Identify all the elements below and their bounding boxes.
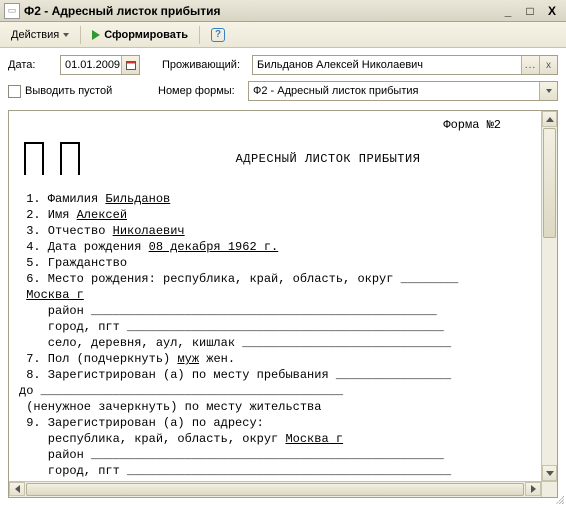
chevron-down-icon <box>546 89 552 93</box>
arrow-up-icon <box>546 117 554 122</box>
doc-line: город, пгт _____________________________… <box>19 463 531 479</box>
doc-line: 7. Пол (подчеркнуть) муж жен. <box>19 351 531 367</box>
form-button[interactable]: Сформировать <box>85 25 195 45</box>
formno-field[interactable]: Ф2 - Адресный листок прибытия <box>248 81 558 101</box>
resize-grip[interactable] <box>554 494 564 504</box>
doc-line: город, пгт _____________________________… <box>19 319 531 335</box>
empty-checkbox-label: Выводить пустой <box>25 85 112 97</box>
vertical-scrollbar[interactable] <box>541 111 557 497</box>
horizontal-scrollbar[interactable] <box>9 481 541 497</box>
scroll-thumb[interactable] <box>26 483 524 496</box>
formno-value: Ф2 - Адресный листок прибытия <box>253 85 418 97</box>
play-icon <box>92 30 100 40</box>
scroll-thumb[interactable] <box>543 128 556 238</box>
doc-line: 1. Фамилия Бильданов <box>19 191 531 207</box>
formno-label: Номер формы: <box>158 85 244 97</box>
formno-dropdown-button[interactable] <box>539 82 557 100</box>
scroll-down-button[interactable] <box>542 465 557 481</box>
minimize-button[interactable]: _ <box>498 3 518 19</box>
resident-field[interactable]: Бильданов Алексей Николаевич ... x <box>252 55 558 75</box>
doc-line: 5. Гражданство <box>19 255 531 271</box>
doc-line: 4. Дата рождения 08 декабря 1962 г. <box>19 239 531 255</box>
toolbar-separator <box>80 26 81 44</box>
actions-menu[interactable]: Действия <box>4 25 76 45</box>
doc-line: до _____________________________________… <box>19 383 531 399</box>
calendar-icon <box>126 60 136 70</box>
doc-line: район __________________________________… <box>19 447 531 463</box>
doc-line: район __________________________________… <box>19 303 531 319</box>
resident-clear-button[interactable]: x <box>539 56 557 74</box>
scroll-up-button[interactable] <box>542 111 557 127</box>
document-body: Форма №2 АДРЕСНЫЙ ЛИСТОК ПРИБЫТИЯ 1. Фам… <box>9 111 541 497</box>
actions-label: Действия <box>11 29 59 41</box>
scroll-left-button[interactable] <box>9 482 25 496</box>
date-label: Дата: <box>8 59 56 71</box>
date-value: 01.01.2009 <box>65 59 120 71</box>
doc-line: 6. Место рождения: республика, край, обл… <box>19 271 531 287</box>
arrow-down-icon <box>546 471 554 476</box>
help-button[interactable]: ? <box>204 25 232 45</box>
document-title: АДРЕСНЫЙ ЛИСТОК ПРИБЫТИЯ <box>125 137 531 167</box>
doc-line: 8. Зарегистрирован (а) по месту пребыван… <box>19 367 531 383</box>
close-button[interactable]: X <box>542 3 562 19</box>
doc-line: 9. Зарегистрирован (а) по адресу: <box>19 415 531 431</box>
doc-line: республика, край, область, округ Москва … <box>19 431 531 447</box>
scroll-right-button[interactable] <box>525 482 541 496</box>
window-title: Ф2 - Адресный листок прибытия <box>24 4 498 18</box>
arrow-right-icon <box>531 485 536 493</box>
doc-line: Москва г <box>19 287 531 303</box>
doc-line: (ненужное зачеркнуть) по месту жительств… <box>19 399 531 415</box>
date-picker-button[interactable] <box>121 56 139 74</box>
toolbar-separator <box>199 26 200 44</box>
titlebar: ▭ Ф2 - Адресный листок прибытия _ □ X <box>0 0 566 22</box>
arrow-left-icon <box>15 485 20 493</box>
toolbar: Действия Сформировать ? <box>0 22 566 48</box>
form-area: Дата: 01.01.2009 Проживающий: Бильданов … <box>0 48 566 110</box>
resident-value: Бильданов Алексей Николаевич <box>257 59 423 71</box>
doc-line: 2. Имя Алексей <box>19 207 531 223</box>
resident-label: Проживающий: <box>162 59 248 71</box>
form-number: Форма №2 <box>19 117 531 133</box>
document-preview: Форма №2 АДРЕСНЫЙ ЛИСТОК ПРИБЫТИЯ 1. Фам… <box>8 110 558 498</box>
maximize-button[interactable]: □ <box>520 3 540 19</box>
staple-icon <box>19 137 85 177</box>
date-field[interactable]: 01.01.2009 <box>60 55 140 75</box>
doc-line: 3. Отчество Николаевич <box>19 223 531 239</box>
app-icon: ▭ <box>4 3 20 19</box>
help-icon: ? <box>211 28 225 42</box>
empty-checkbox[interactable] <box>8 85 21 98</box>
doc-line: село, деревня, аул, кишлак _____________… <box>19 335 531 351</box>
resident-select-button[interactable]: ... <box>521 56 539 74</box>
chevron-down-icon <box>63 33 69 37</box>
form-label: Сформировать <box>104 29 188 41</box>
